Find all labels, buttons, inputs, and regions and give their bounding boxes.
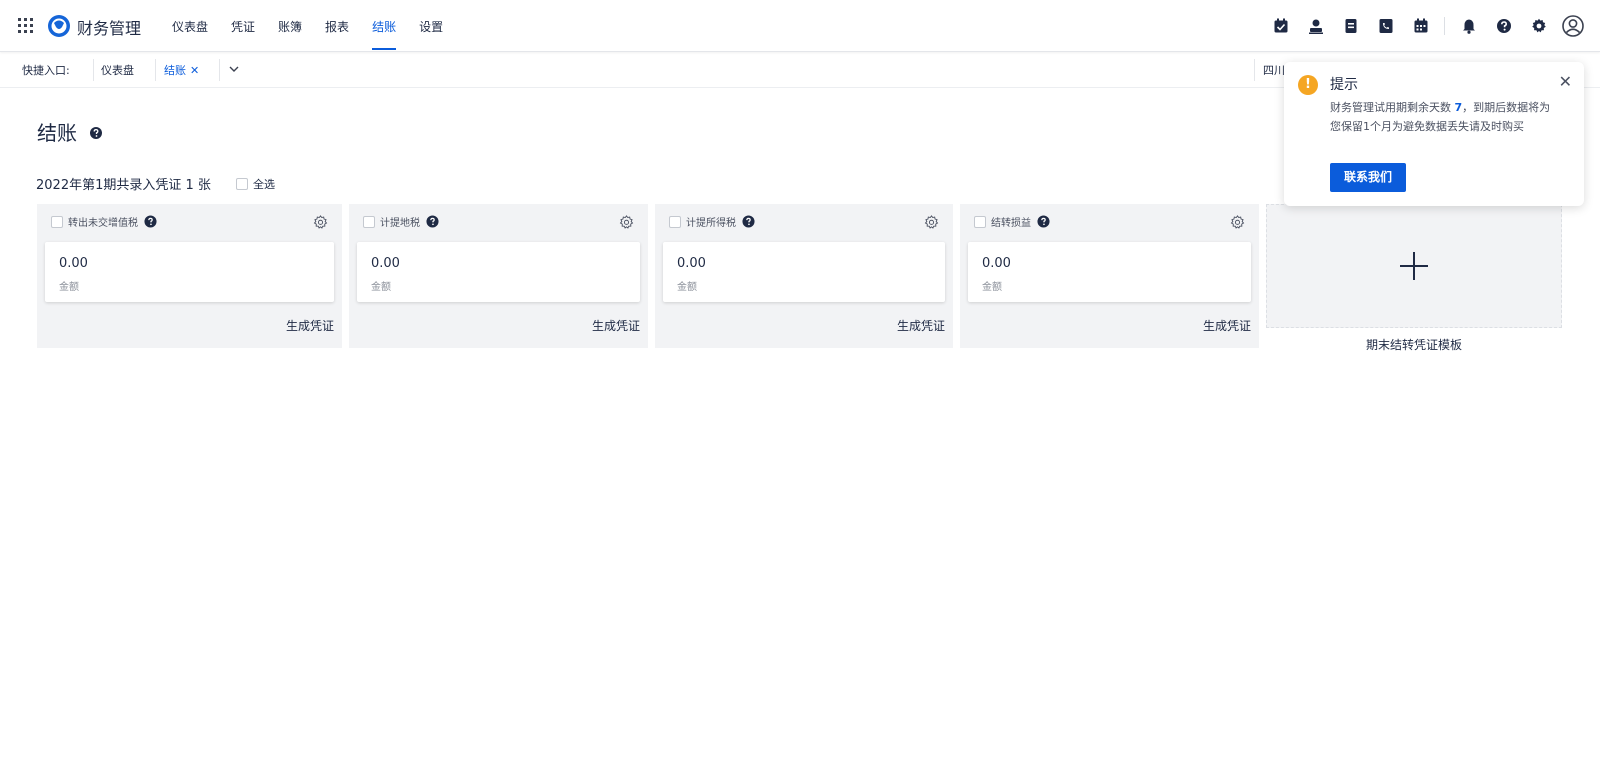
amount-panel: 0.00 金额 — [45, 242, 334, 302]
close-icon[interactable]: ✕ — [1559, 74, 1572, 90]
gear-icon[interactable] — [1530, 17, 1548, 35]
amount-panel: 0.00 金额 — [663, 242, 945, 302]
nav-voucher[interactable]: 凭证 — [231, 0, 255, 52]
help-icon[interactable] — [1495, 17, 1513, 35]
generate-voucher-button[interactable]: 生成凭证 — [592, 317, 640, 334]
apps-grid-icon[interactable] — [18, 18, 33, 33]
quick-tab-dashboard[interactable]: 仪表盘 — [101, 62, 134, 78]
help-icon[interactable] — [742, 215, 755, 228]
quick-tab-closing[interactable]: 结账 ✕ — [164, 62, 199, 78]
generate-voucher-button[interactable]: 生成凭证 — [897, 317, 945, 334]
company-name[interactable]: 四川 — [1263, 62, 1285, 78]
help-icon[interactable] — [144, 215, 157, 228]
card-title: 转出未交增值税 — [68, 218, 138, 229]
amount-label: 金额 — [59, 282, 79, 293]
user-icon[interactable] — [1307, 17, 1325, 35]
quick-entry-divider — [1254, 59, 1255, 81]
message-text: 财务管理试用期剩余天数 — [1330, 101, 1455, 114]
header-divider — [1444, 17, 1445, 35]
card-checkbox[interactable] — [669, 215, 681, 228]
checkbox[interactable] — [236, 178, 248, 190]
quick-entry-divider — [219, 59, 220, 81]
quick-entry-label: 快捷入口: — [22, 64, 70, 77]
top-nav: 财务管理 仪表盘 凭证 账簿 报表 结账 设置 — [0, 0, 1600, 52]
nav-reports[interactable]: 报表 — [325, 0, 349, 52]
generate-voucher-button[interactable]: 生成凭证 — [286, 317, 334, 334]
close-icon[interactable]: ✕ — [190, 64, 199, 77]
amount-value: 0.00 — [982, 256, 1011, 271]
nav-dashboard[interactable]: 仪表盘 — [172, 0, 208, 52]
plus-icon — [1400, 252, 1428, 280]
gear-icon[interactable] — [619, 215, 634, 230]
notification-title: 提示 — [1330, 77, 1358, 93]
gear-icon[interactable] — [1230, 215, 1245, 230]
quick-tab-closing-label: 结账 — [164, 64, 186, 77]
card-header: 结转损益 — [974, 214, 1050, 229]
help-icon[interactable] — [426, 215, 439, 228]
trial-notification: ! 提示 ✕ 财务管理试用期剩余天数 7，到期后数据将为您保留1个月为避免数据丢… — [1284, 62, 1584, 206]
chevron-down-icon[interactable] — [228, 63, 240, 75]
select-all-label: 全选 — [253, 178, 275, 191]
page-title: 结账 — [37, 121, 77, 145]
card-title: 计提所得税 — [686, 218, 736, 229]
add-template-label: 期末结转凭证模板 — [1365, 338, 1462, 352]
closing-card-profit-loss: 结转损益 0.00 金额 生成凭证 — [960, 204, 1259, 348]
card-header: 计提地税 — [363, 214, 439, 229]
amount-panel: 0.00 金额 — [357, 242, 640, 302]
remaining-days: 7 — [1454, 101, 1463, 114]
document-icon[interactable] — [1342, 17, 1360, 35]
card-title: 结转损益 — [991, 218, 1031, 229]
gear-icon[interactable] — [924, 215, 939, 230]
app-logo-icon — [48, 15, 70, 37]
card-checkbox[interactable] — [363, 215, 375, 228]
header-icon-bar — [1255, 14, 1584, 38]
amount-panel: 0.00 金额 — [968, 242, 1251, 302]
nav-closing[interactable]: 结账 — [372, 0, 397, 52]
period-summary: 2022年第1期共录入凭证 1 张 — [36, 178, 211, 193]
help-icon[interactable] — [89, 126, 103, 140]
nav-ledger[interactable]: 账簿 — [278, 0, 302, 52]
main-nav: 仪表盘 凭证 账簿 报表 结账 设置 — [172, 0, 466, 52]
quick-entry-divider — [155, 59, 156, 81]
calendar-icon[interactable] — [1412, 17, 1430, 35]
phone-book-icon[interactable] — [1377, 17, 1395, 35]
closing-card-vat-transfer: 转出未交增值税 0.00 金额 生成凭证 — [37, 204, 342, 348]
gear-icon[interactable] — [313, 215, 328, 230]
app-title: 财务管理 — [77, 19, 142, 38]
card-checkbox[interactable] — [51, 215, 63, 228]
notification-message: 财务管理试用期剩余天数 7，到期后数据将为您保留1个月为避免数据丢失请及时购买 — [1330, 98, 1560, 136]
amount-value: 0.00 — [59, 256, 88, 271]
amount-label: 金额 — [982, 282, 1002, 293]
card-header: 计提所得税 — [669, 214, 755, 229]
bell-icon[interactable] — [1460, 17, 1478, 35]
card-header: 转出未交增值税 — [51, 214, 157, 229]
select-all-checkbox[interactable]: 全选 — [236, 176, 275, 192]
warning-icon: ! — [1298, 75, 1318, 95]
card-checkbox[interactable] — [974, 215, 986, 228]
calendar-check-icon[interactable] — [1272, 17, 1290, 35]
closing-card-local-tax: 计提地税 0.00 金额 生成凭证 — [349, 204, 648, 348]
closing-card-income-tax: 计提所得税 0.00 金额 生成凭证 — [655, 204, 953, 348]
nav-settings[interactable]: 设置 — [419, 0, 443, 52]
quick-entry-divider — [93, 59, 94, 81]
account-icon[interactable] — [1562, 15, 1584, 37]
contact-us-button[interactable]: 联系我们 — [1330, 163, 1406, 192]
card-title: 计提地税 — [380, 218, 420, 229]
amount-value: 0.00 — [677, 256, 706, 271]
generate-voucher-button[interactable]: 生成凭证 — [1203, 317, 1251, 334]
add-template-button[interactable] — [1266, 204, 1562, 328]
help-icon[interactable] — [1037, 215, 1050, 228]
amount-label: 金额 — [677, 282, 697, 293]
amount-value: 0.00 — [371, 256, 400, 271]
amount-label: 金额 — [371, 282, 391, 293]
